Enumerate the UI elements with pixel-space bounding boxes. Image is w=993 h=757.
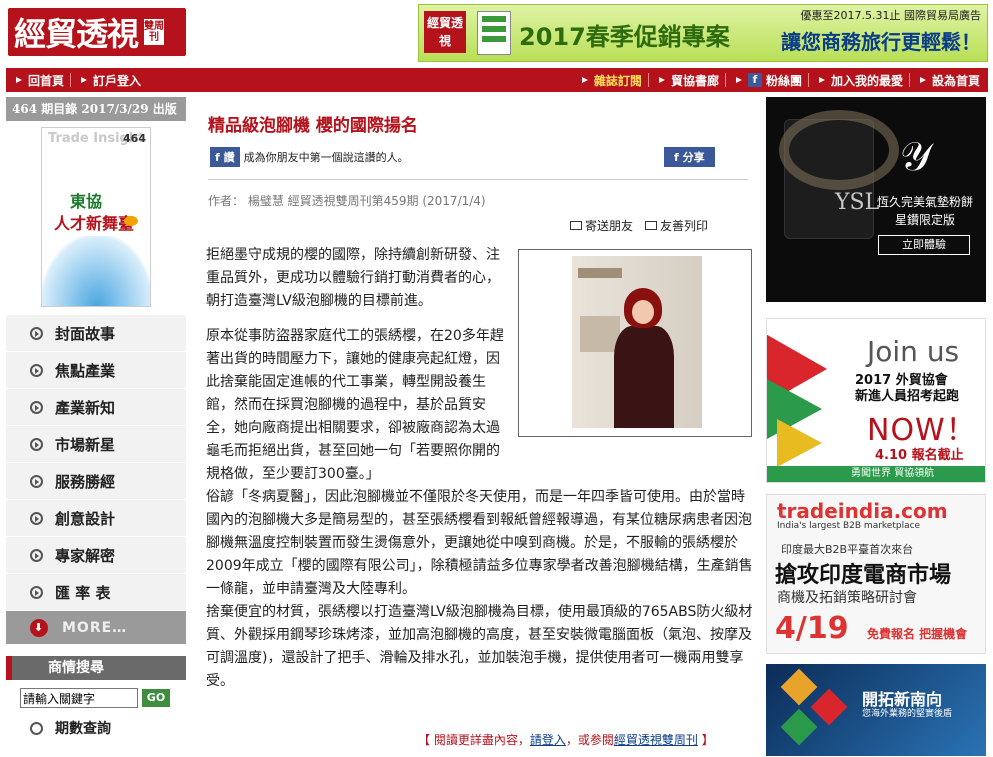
banner-book-icon [477,11,511,55]
facebook-share-button[interactable]: f 分享 [664,147,715,167]
arrow-icon [919,77,926,83]
nav-subscribe[interactable]: 雜誌訂閱 [572,72,648,89]
nav-bookstore[interactable]: 貿協書廊 [649,72,725,89]
arrow-icon [818,77,825,83]
menu-item-design[interactable]: 創意設計 [6,500,186,537]
ad2-title: Join us [867,335,960,368]
issue-header: 464 期目錄 2017/3/29 出版 [6,97,186,121]
divider [208,179,748,180]
facebook-like-text: 成為你朋友中第一個說這讚的人。 [243,151,409,164]
cushion-compact-image: YSL [779,110,899,239]
banner-logo: 經貿透視 [424,11,466,53]
paragraph-1: 拒絕墨守成規的櫻的國際，除持續創新研發、注重品質外，更成功以體驗行銷打動消費者的… [206,247,500,309]
cover-headline-1: 東協 [70,192,103,211]
circle-arrow-icon [30,437,43,451]
article-body: 拒絕墨守成規的櫻的國際，除持續創新研發、注重品質外，更成功以體驗行銷打動消費者的… [206,244,754,693]
arrow-icon [81,77,88,83]
ad2-now: NOW！ [867,413,977,448]
print-link[interactable]: 友善列印 [645,217,708,234]
send-to-friend-link[interactable]: 寄送朋友 [570,217,633,234]
menu-item-expert[interactable]: 專家解密 [6,537,186,574]
ad2-date: 4.10 報名截止 [875,448,964,463]
section-menu: 封面故事 焦點產業 產業新知 市場新星 服務勝經 創意設計 專家解密 匯 率 表 [6,315,186,611]
circle-arrow-icon [30,721,43,735]
printer-icon [645,221,658,230]
circle-arrow-icon [30,400,43,414]
cover-number: 464 [123,132,146,145]
top-nav: 回首頁 訂戶登入 雜誌訂閱 貿協書廊 f 粉絲團 加入我的最愛 設為首頁 [6,68,988,92]
logo-subtitle: 雙周刊 [144,19,165,45]
ad-taitra-recruit[interactable]: Join us 2017 外貿協會 新進人員招考起跑 NOW！ 4.10 報名截止… [766,318,986,483]
down-arrow-icon: ⬇ [30,618,48,637]
ad3-brand: tradeindia.com [777,499,948,523]
promo-banner[interactable]: 經貿透視 2017春季促銷專案 優惠至2017.5.31止 國際貿易局廣告 讓您… [418,4,988,62]
article-byline: 作者： 楊璧慧 經貿透視雙周刊第459期 (2017/1/4) [208,194,486,208]
menu-item-exchange-rate[interactable]: 匯 率 表 [6,574,186,611]
banner-note: 優惠至2017.5.31止 國際貿易局廣告 [800,9,981,22]
login-link[interactable]: 請登入 [530,733,566,747]
nav-fanpage[interactable]: f 粉絲團 [726,72,808,89]
circle-arrow-icon [30,548,43,562]
facebook-icon: f [747,73,762,87]
logo-title: 經貿透視 [14,15,139,53]
period-query-link[interactable]: 期數查詢 [6,718,186,738]
facebook-like-button[interactable]: f 讚 [210,147,240,167]
ysl-logo: 𝒴 [900,134,932,180]
arrow-icon [735,77,742,83]
nav-favorite[interactable]: 加入我的最愛 [809,72,909,89]
water-splash-image [42,236,150,306]
ad-tradeindia[interactable]: tradeindia.com India's largest B2B marke… [766,494,986,654]
menu-item-focus-industry[interactable]: 焦點產業 [6,352,186,389]
arrow-icon [16,77,22,83]
article-title: 精品級泡腳機 櫻的國際揚名 [208,116,418,136]
arrow-icon [581,77,588,83]
facebook-like: f 讚 成為你朋友中第一個說這讚的人。 [210,147,409,167]
search-header: 商情搜尋 [6,656,186,680]
ad2-text: 2017 外貿協會 新進人員招考起跑 [855,373,960,404]
left-sidebar: 464 期目錄 2017/3/29 出版 Trade Insight 464 東… [6,97,186,757]
paragraph-2: 原本從事防盜器家庭代工的張綉櫻，在20多年趕著出貨的時間壓力下，讓她的健康亮起紅… [206,328,504,482]
article-tools: 寄送朋友 友善列印 [570,217,708,234]
site-logo[interactable]: 經貿透視 雙周刊 [8,8,186,56]
circle-arrow-icon [30,511,43,525]
menu-item-cover-story[interactable]: 封面故事 [6,315,186,352]
ad2-footer: 勇闖世界 貿協領航 [767,466,985,482]
search-go-button[interactable]: GO [142,689,170,707]
banner-title: 2017春季促銷專案 [519,23,730,51]
magazine-link[interactable]: 經貿透視雙周刊 [614,733,698,747]
read-more-note: 【 閱讀更詳盡內容，請登入，或参閱經貿透視雙周刊 】 [418,733,714,747]
ad-new-southbound[interactable]: 開拓新南向 您海外業務的堅實後盾 [766,664,986,756]
ad-ysl-button[interactable]: 立即體驗 [878,235,970,255]
circle-arrow-icon [30,326,43,340]
cover-headline-2: 人才新舞臺 [54,214,135,233]
arrow-icon [658,77,665,83]
ad-ysl[interactable]: YSL 𝒴 恆久完美氣墊粉餅 星鑽限定版 立即體驗 [766,97,986,302]
circle-arrow-icon [30,363,43,377]
goldfish-image [124,216,138,226]
more-button[interactable]: ⬇ MORE… [6,611,186,644]
menu-item-market-star[interactable]: 市場新星 [6,426,186,463]
envelope-icon [570,221,582,230]
magazine-cover[interactable]: Trade Insight 464 東協 人才新舞臺 [41,127,151,307]
paragraph-3: 俗諺「冬病夏醫」，因此泡腳機並不僅限於冬天使用，而是一年四季皆可使用。由於當時國… [206,489,753,597]
banner-slogan: 讓您商務旅行更輕鬆！ [781,30,981,54]
nav-set-homepage[interactable]: 設為首頁 [910,72,988,89]
circle-arrow-icon [30,474,43,488]
nav-home[interactable]: 回首頁 [6,72,70,89]
paragraph-4: 捨棄便宜的材質，張綉櫻以打造臺灣LV級泡腳機為目標，使用最頂級的765ABS防火… [206,604,753,689]
menu-item-industry-news[interactable]: 產業新知 [6,389,186,426]
search-input[interactable] [20,688,138,708]
circle-arrow-icon [30,585,43,599]
nav-login[interactable]: 訂戶登入 [71,72,147,89]
menu-item-service[interactable]: 服務勝經 [6,463,186,500]
search-box: GO [6,680,186,708]
